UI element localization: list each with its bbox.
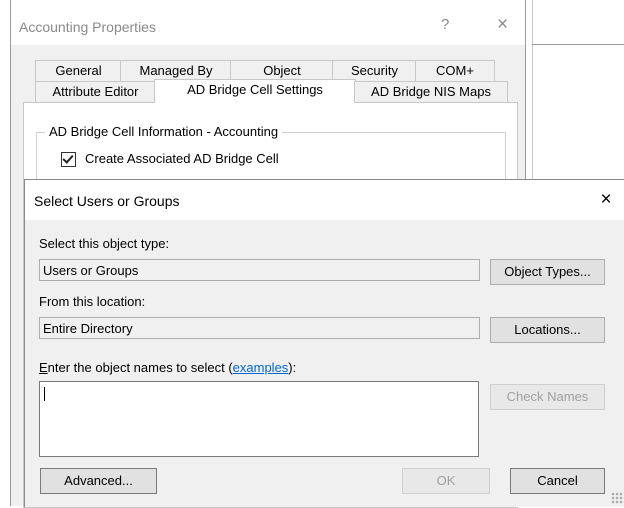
object-types-button[interactable]: Object Types... (490, 259, 605, 285)
properties-title: Accounting Properties (19, 19, 156, 35)
help-button[interactable]: ? (441, 16, 449, 33)
dialog-close-button[interactable]: × (591, 186, 621, 214)
object-names-label: Enter the object names to select (exampl… (39, 360, 296, 375)
location-field: Entire Directory (39, 317, 480, 339)
examples-link[interactable]: examples (233, 360, 289, 375)
cell-info-group-title: AD Bridge Cell Information - Accounting (45, 124, 283, 139)
object-type-field: Users or Groups (39, 259, 480, 281)
object-names-label-mnemonic: E (39, 360, 48, 375)
properties-close-button[interactable]: × (497, 14, 508, 36)
locations-button[interactable]: Locations... (490, 317, 605, 343)
cancel-button[interactable]: Cancel (510, 468, 605, 494)
location-label: From this location: (39, 294, 146, 309)
resize-grip-icon[interactable] (611, 492, 623, 504)
tab-general[interactable]: General (35, 60, 122, 82)
text-caret (44, 387, 45, 401)
object-names-label-end: ): (288, 360, 297, 375)
object-type-label: Select this object type: (39, 236, 170, 251)
advanced-button[interactable]: Advanced... (40, 468, 157, 494)
adjacent-window-divider (532, 44, 624, 45)
object-names-input[interactable] (39, 381, 479, 457)
tab-ad-bridge-nis-maps[interactable]: AD Bridge NIS Maps (354, 81, 508, 103)
object-names-label-text: nter the object names to select ( (47, 360, 233, 375)
select-users-dialog: Select Users or Groups × Select this obj… (24, 179, 624, 507)
create-cell-checkbox-label[interactable]: Create Associated AD Bridge Cell (85, 151, 279, 166)
dialog-title: Select Users or Groups (34, 193, 180, 209)
check-names-button[interactable]: Check Names (490, 384, 605, 410)
tab-attribute-editor[interactable]: Attribute Editor (35, 81, 156, 103)
properties-titlebar: Accounting Properties ? × (11, 0, 525, 45)
create-cell-checkbox[interactable] (61, 152, 76, 167)
ok-button[interactable]: OK (402, 468, 490, 494)
tab-com-plus[interactable]: COM+ (415, 60, 495, 82)
tab-ad-bridge-cell-settings[interactable]: AD Bridge Cell Settings (154, 79, 356, 103)
dialog-titlebar: Select Users or Groups × (25, 180, 624, 220)
